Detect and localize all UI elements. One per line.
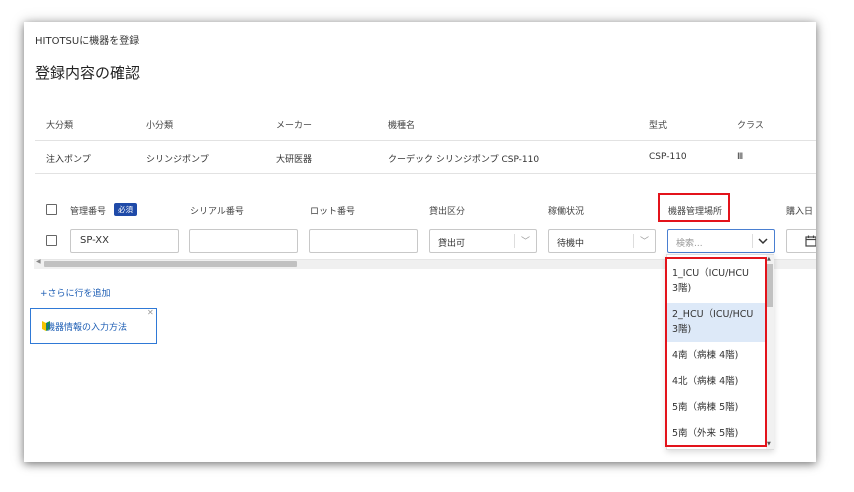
management-number-value: SP-XX	[80, 235, 109, 246]
header-model-name: 機種名	[388, 121, 416, 131]
header-management-number: 管理番号	[70, 207, 107, 217]
select-all-checkbox[interactable]	[46, 204, 57, 215]
add-row-link[interactable]: +さらに行を追加	[40, 286, 111, 299]
header-lot-number: ロット番号	[310, 207, 356, 217]
dropdown-scrollbar-thumb[interactable]	[767, 264, 773, 307]
lot-number-input[interactable]	[309, 229, 418, 253]
row-checkbox[interactable]	[46, 235, 57, 246]
header-serial-number: シリアル番号	[190, 207, 244, 217]
header-operating-status: 稼働状況	[548, 207, 585, 217]
dropdown-highlight	[665, 257, 767, 447]
header-maker: メーカー	[276, 121, 313, 131]
purchase-date-input[interactable]	[786, 229, 816, 253]
help-tip-link[interactable]: 機器情報の入力方法	[46, 320, 127, 333]
lending-category-value: 貸出可	[438, 239, 466, 249]
management-location-select[interactable]: 検索...	[667, 229, 775, 253]
header-class: クラス	[737, 121, 764, 131]
header-major-category: 大分類	[46, 121, 74, 131]
select-divider	[633, 234, 634, 248]
location-header-highlight	[658, 193, 730, 222]
operating-status-value: 待機中	[557, 239, 585, 249]
operating-status-select[interactable]: 待機中 ﹀	[548, 229, 656, 253]
select-divider	[752, 234, 753, 248]
chevron-down-icon: ﹀	[521, 237, 531, 247]
header-minor-category: 小分類	[146, 121, 174, 131]
lending-category-select[interactable]: 貸出可 ﹀	[429, 229, 537, 253]
value-class: Ⅲ	[737, 152, 744, 162]
divider	[35, 173, 816, 174]
header-lending-category: 貸出区分	[429, 207, 466, 217]
serial-number-input[interactable]	[189, 229, 298, 253]
select-divider	[514, 234, 515, 248]
calendar-icon[interactable]	[805, 235, 816, 247]
app-window: HITOTSUに機器を登録 登録内容の確認 大分類 小分類 メーカー 機種名 型…	[24, 22, 816, 462]
scroll-up-icon[interactable]: ▲	[767, 256, 771, 262]
value-maker: 大研医器	[276, 155, 313, 165]
close-icon[interactable]: ✕	[147, 308, 154, 317]
location-search-placeholder: 検索...	[676, 239, 703, 249]
value-model-type: CSP-110	[649, 152, 687, 162]
page-title: 登録内容の確認	[35, 64, 141, 82]
value-minor-category: シリンジポンプ	[146, 155, 209, 165]
value-major-category: 注入ポンプ	[46, 155, 91, 165]
header-model-type: 型式	[649, 121, 668, 131]
scroll-down-icon[interactable]: ▼	[767, 441, 771, 447]
value-model-name: クーデック シリンジポンプ CSP-110	[388, 155, 540, 165]
divider	[35, 140, 816, 141]
chevron-down-icon: ﹀	[640, 237, 650, 247]
header-purchase-date: 購入日	[786, 207, 814, 217]
scrollbar-thumb[interactable]	[44, 261, 297, 267]
required-badge: 必須	[114, 203, 137, 216]
breadcrumb[interactable]: HITOTSUに機器を登録	[35, 32, 139, 47]
chevron-down-icon[interactable]	[758, 237, 768, 245]
scroll-left-icon[interactable]: ◀	[36, 258, 41, 265]
management-number-input[interactable]: SP-XX	[70, 229, 179, 253]
